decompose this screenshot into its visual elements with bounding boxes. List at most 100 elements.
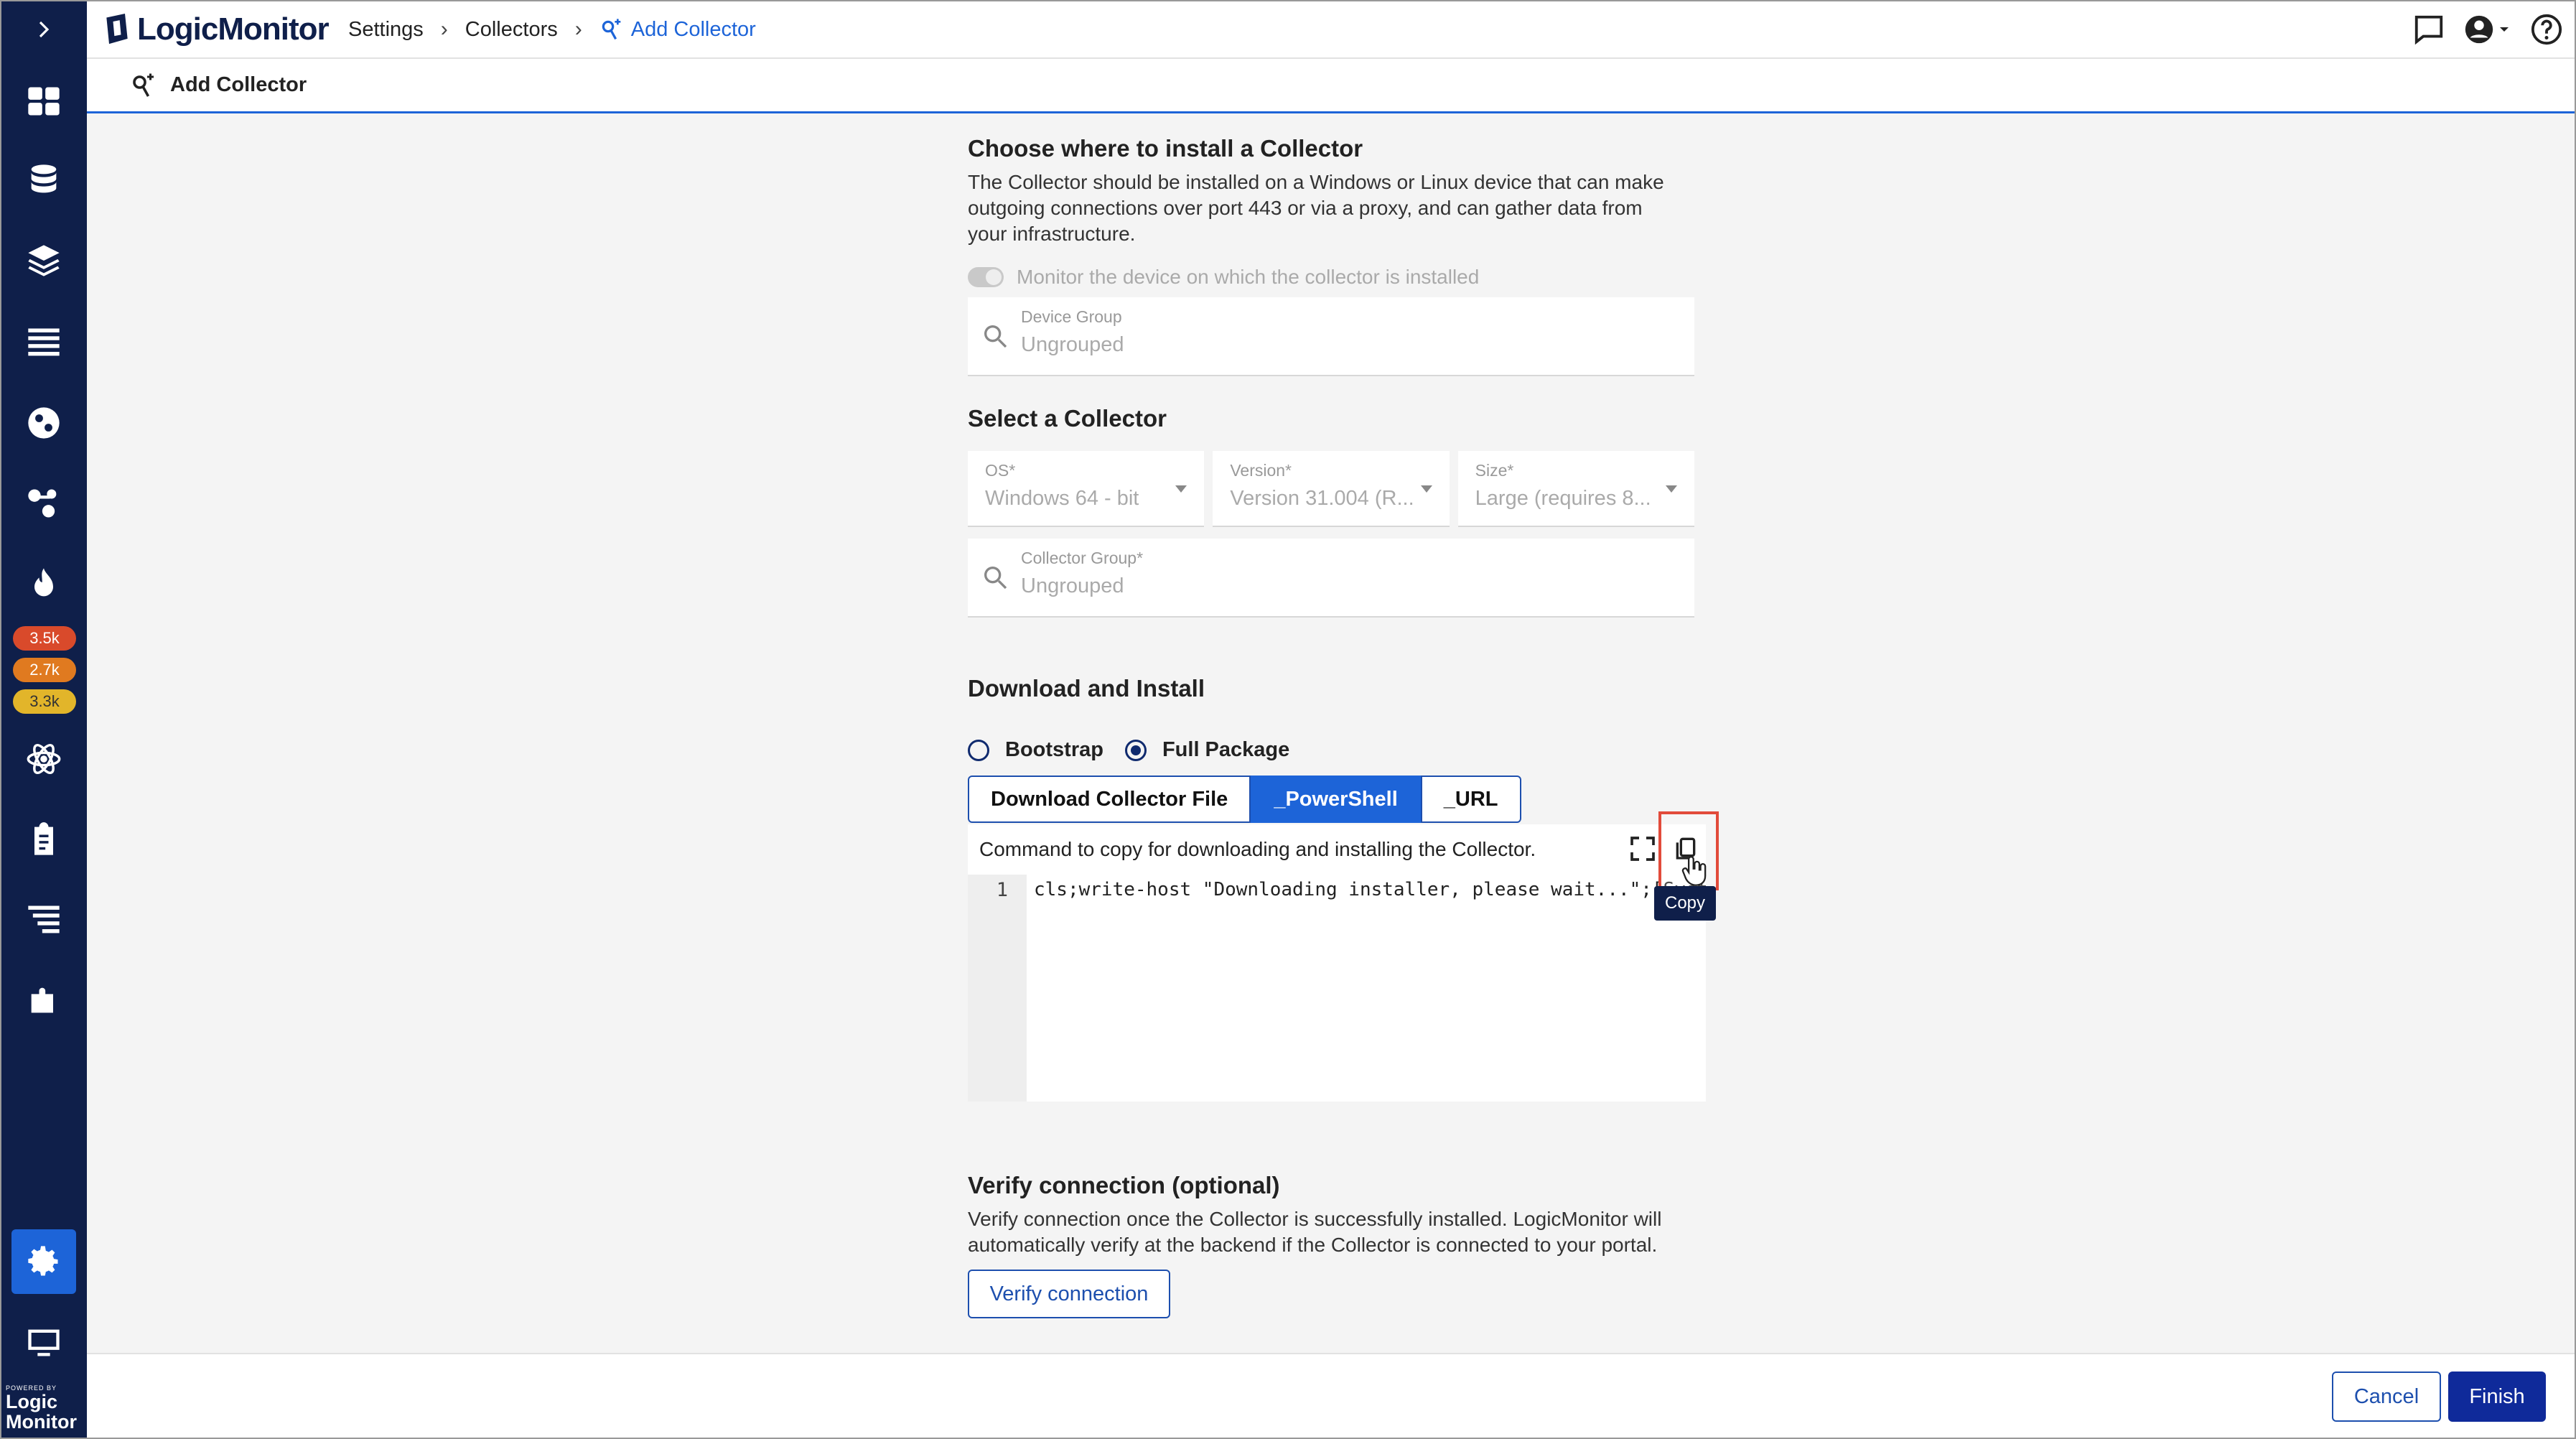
globe-icon [28,407,60,439]
caret-down-icon [1175,485,1187,493]
device-group-value: Ungrouped [1021,333,1124,356]
line-number: 1 [996,879,1008,901]
verify-description: Verify connection once the Collector is … [968,1208,1662,1256]
chat-icon[interactable] [2412,13,2445,46]
nav-monitor[interactable] [22,1320,66,1364]
brand-name: LogicMonitor [137,11,330,47]
cancel-button[interactable]: Cancel [2332,1372,2441,1422]
bootstrap-radio-label[interactable]: Bootstrap [1005,738,1103,762]
tab-url[interactable]: _URL [1420,776,1521,823]
alert-badge-warning[interactable]: 3.3k [13,689,76,714]
collector-plus-icon [133,73,154,97]
alert-badge-critical[interactable]: 3.5k [13,626,76,651]
nav-integrations[interactable] [22,978,66,1023]
device-group-label: Device Group [1021,307,1122,326]
gear-icon [28,1246,58,1276]
caret-down-icon [2500,27,2509,32]
user-menu[interactable] [2463,13,2513,46]
nav-alerts[interactable] [22,562,66,606]
database-icon [31,164,57,193]
size-select[interactable]: Size* Large (requires 8... [1457,451,1694,527]
alert-badge-error[interactable]: 2.7k [13,658,76,682]
flame-icon [34,568,53,597]
os-select[interactable]: OS* Windows 64 - bit [968,451,1205,527]
clipboard-icon [34,822,53,855]
collector-group-label: Collector Group* [1021,549,1144,567]
collector-plus-icon [602,19,621,40]
code-actions [1628,834,1657,863]
code-editor[interactable]: 1 cls;write-host "Downloading installer,… [968,875,1706,1102]
download-method-tabs: Download Collector File _PowerShell _URL [968,776,1521,823]
nav-modules[interactable] [22,737,66,781]
expand-nav-button[interactable] [0,7,87,52]
nav-reports[interactable] [22,817,66,862]
breadcrumb-collectors[interactable]: Collectors [465,18,558,42]
bootstrap-radio[interactable] [968,739,989,761]
finish-button[interactable]: Finish [2448,1372,2546,1422]
page-title: Add Collector [170,73,307,96]
breadcrumb-settings[interactable]: Settings [348,18,424,42]
puzzle-icon [31,987,53,1013]
monitor-device-toggle-label: Monitor the device on which the collecto… [1017,266,1480,288]
command-code-box: Command to copy for downloading and inst… [968,824,1706,1102]
search-icon [984,325,1007,348]
device-group-field[interactable]: Device Group Ungrouped [968,297,1694,376]
verify-section-title: Verify connection (optional) [968,1172,1280,1198]
nav-dashboards[interactable] [22,79,66,124]
command-caption: Command to copy for downloading and inst… [979,838,1536,860]
collector-select-row: OS* Windows 64 - bit Version* Version 31… [968,451,1694,527]
nav-settings[interactable] [11,1229,76,1294]
monitor-device-toggle[interactable] [968,267,1004,287]
tab-download-collector-file[interactable]: Download Collector File [968,776,1251,823]
collector-group-value: Ungrouped [1021,574,1124,597]
top-bar: LogicMonitor Settings › Collectors › Add… [87,0,2576,59]
package-type-radios: Bootstrap Full Package [968,738,1289,762]
collector-group-field[interactable]: Collector Group* Ungrouped [968,539,1694,618]
nav-layers[interactable] [22,238,66,283]
full-package-radio-label[interactable]: Full Package [1162,738,1289,762]
nav-topology[interactable] [22,401,66,445]
logicmonitor-logo-icon [106,14,128,45]
select-section-title: Select a Collector [968,405,1167,432]
page-header: Add Collector [87,59,2576,113]
tab-powershell[interactable]: _PowerShell [1251,776,1421,823]
line-gutter: 1 [968,875,1027,1102]
funnel-list-icon [28,905,60,933]
caret-down-icon [1420,485,1432,493]
nav-lists[interactable] [22,898,66,942]
list-icon [28,328,60,356]
monitor-icon [28,1329,60,1356]
left-nav-rail: 3.5k 2.7k 3.3k POWERED BY Logic Monitor [0,0,87,1439]
nav-resources[interactable] [22,158,66,202]
account-icon [2465,15,2493,44]
footer-bar [87,1353,2576,1439]
search-icon [984,567,1007,590]
caret-down-icon [1665,485,1677,493]
nav-traces[interactable] [22,481,66,526]
fullscreen-icon[interactable] [1628,834,1657,863]
nodes-icon [28,489,57,518]
chevron-right-icon: › [440,17,448,41]
nav-logs[interactable] [22,320,66,365]
top-actions [2412,11,2563,47]
chevron-right-icon [39,21,49,38]
install-section-title: Choose where to install a Collector [968,135,1363,162]
hand-cursor-icon [1681,856,1707,886]
download-section-title: Download and Install [968,675,1205,702]
verify-connection-button[interactable]: Verify connection [968,1270,1170,1318]
copy-tooltip: Copy [1654,886,1716,921]
dashboard-icon [28,87,60,116]
help-icon[interactable] [2530,13,2563,46]
full-package-radio[interactable] [1124,739,1147,761]
brand-logo[interactable]: LogicMonitor [101,9,330,50]
layers-icon [28,245,60,276]
powered-by-logo: POWERED BY Logic Monitor [6,1384,77,1433]
install-description: The Collector should be installed on a W… [968,171,1664,245]
monitor-device-toggle-row: Monitor the device on which the collecto… [968,266,1479,289]
atom-icon [27,744,61,774]
breadcrumb: Settings › Collectors › Add Collector [348,14,756,45]
chevron-right-icon: › [574,17,582,41]
version-select[interactable]: Version* Version 31.004 (R... [1213,451,1450,527]
command-code-line[interactable]: cls;write-host "Downloading installer, p… [1034,879,1706,900]
breadcrumb-add-collector: Add Collector [599,18,756,42]
